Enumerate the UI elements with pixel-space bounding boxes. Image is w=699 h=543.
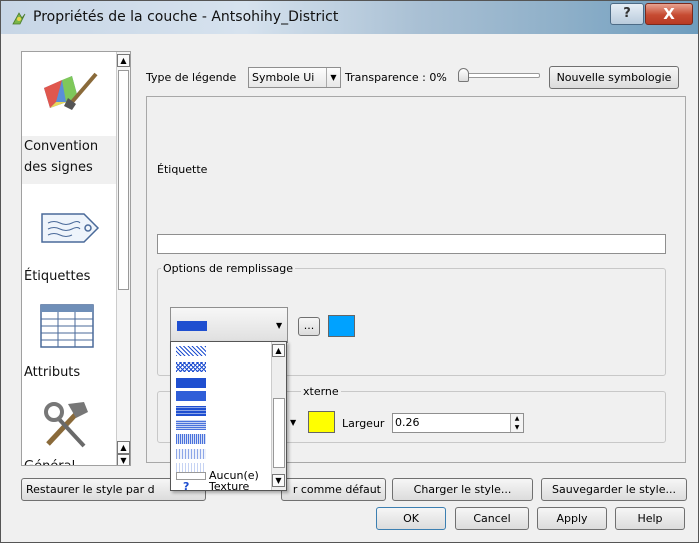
- save-style-button[interactable]: Sauvegarder le style...: [541, 478, 687, 501]
- attribute-table-icon: [40, 304, 94, 348]
- fill-color-swatch[interactable]: [328, 315, 355, 337]
- spinbox-arrows-icon[interactable]: ▲ ▼: [510, 414, 523, 432]
- width-spinbox[interactable]: 0.26 ▲ ▼: [392, 413, 524, 433]
- sidebar-scroll-thumb[interactable]: [118, 70, 129, 290]
- legend-type-value: Symbole Ui: [252, 71, 315, 84]
- scroll-down-icon[interactable]: ▼: [117, 454, 130, 465]
- close-button[interactable]: X: [645, 3, 693, 25]
- pattern-option-dense5[interactable]: [176, 449, 206, 459]
- legend-type-select[interactable]: Symbole Ui ▼: [248, 67, 341, 88]
- browse-texture-button[interactable]: ...: [298, 317, 320, 336]
- sidebar-item-attributes[interactable]: Attributs: [22, 362, 122, 383]
- transparency-slider-handle[interactable]: [458, 68, 469, 82]
- ok-button[interactable]: OK: [376, 507, 446, 530]
- label-heading: Étiquette: [157, 163, 208, 176]
- scroll-up-icon[interactable]: ▲: [117, 54, 130, 67]
- pattern-option-dense4[interactable]: [176, 434, 206, 444]
- label-tag-icon: [41, 213, 100, 243]
- chevron-down-icon: ▼: [276, 321, 283, 330]
- fill-pattern-preview: [177, 321, 207, 331]
- scroll-up-icon[interactable]: ▲: [272, 344, 285, 357]
- sidebar-scrollbar[interactable]: ▲ ▲ ▼: [116, 52, 130, 465]
- chevron-down-icon: ▼: [290, 418, 297, 427]
- pattern-option-none-swatch[interactable]: [176, 472, 206, 480]
- sidebar: Convention des signes Étiquettes Attribu…: [21, 51, 131, 466]
- fill-options-title: Options de remplissage: [161, 262, 295, 275]
- load-style-button[interactable]: Charger le style...: [392, 478, 533, 501]
- dropdown-scrollbar[interactable]: ▲ ▼: [271, 342, 286, 490]
- texture-question-icon: ?: [183, 480, 190, 493]
- help-button[interactable]: Help: [615, 507, 685, 530]
- general-tools-icon: [44, 402, 88, 448]
- title-help-button[interactable]: ?: [610, 3, 644, 25]
- fill-pattern-dropdown-list[interactable]: Aucun(e) ? Texture ▲ ▼: [170, 341, 287, 493]
- new-symbology-button[interactable]: Nouvelle symbologie: [549, 66, 679, 89]
- sidebar-item-symbology[interactable]: Convention des signes: [22, 136, 122, 184]
- apply-button[interactable]: Apply: [537, 507, 607, 530]
- pattern-option-cross-diagonal[interactable]: [176, 362, 206, 372]
- legend-type-label: Type de légende: [146, 71, 237, 84]
- cancel-button[interactable]: Cancel: [455, 507, 529, 530]
- dropdown-scroll-thumb[interactable]: [273, 398, 285, 468]
- outline-options-title: xterne: [301, 385, 341, 398]
- title-bar[interactable]: Propriétés de la couche - Antsohihy_Dist…: [1, 1, 698, 34]
- width-label: Largeur: [342, 417, 385, 430]
- save-as-default-button[interactable]: r comme défaut: [281, 478, 386, 501]
- qgis-icon: [12, 12, 26, 25]
- outline-color-swatch[interactable]: [308, 411, 335, 433]
- sidebar-item-general[interactable]: Général: [22, 456, 122, 465]
- option-texture-label[interactable]: Texture: [209, 480, 249, 493]
- transparency-label: Transparence : 0%: [345, 71, 447, 84]
- sidebar-item-labels[interactable]: Étiquettes: [22, 266, 122, 287]
- scroll-down-icon[interactable]: ▼: [272, 474, 285, 487]
- window-title: Propriétés de la couche - Antsohihy_Dist…: [33, 9, 339, 25]
- pattern-option-dense2[interactable]: [176, 406, 206, 416]
- width-value: 0.26: [395, 416, 420, 429]
- pattern-option-dense1[interactable]: [176, 391, 206, 401]
- chevron-down-icon: ▼: [326, 68, 340, 87]
- pattern-option-solid[interactable]: [176, 378, 206, 388]
- scroll-up-icon[interactable]: ▲: [117, 441, 130, 454]
- layer-properties-window: Propriétés de la couche - Antsohihy_Dist…: [0, 0, 699, 543]
- label-text-input[interactable]: [157, 234, 666, 254]
- pattern-option-diagonal-dense[interactable]: [176, 346, 206, 356]
- fill-pattern-select[interactable]: ▼: [170, 307, 288, 343]
- pattern-option-dense3[interactable]: [176, 420, 206, 430]
- symbology-icon: [44, 72, 98, 110]
- transparency-slider-track[interactable]: [460, 73, 540, 78]
